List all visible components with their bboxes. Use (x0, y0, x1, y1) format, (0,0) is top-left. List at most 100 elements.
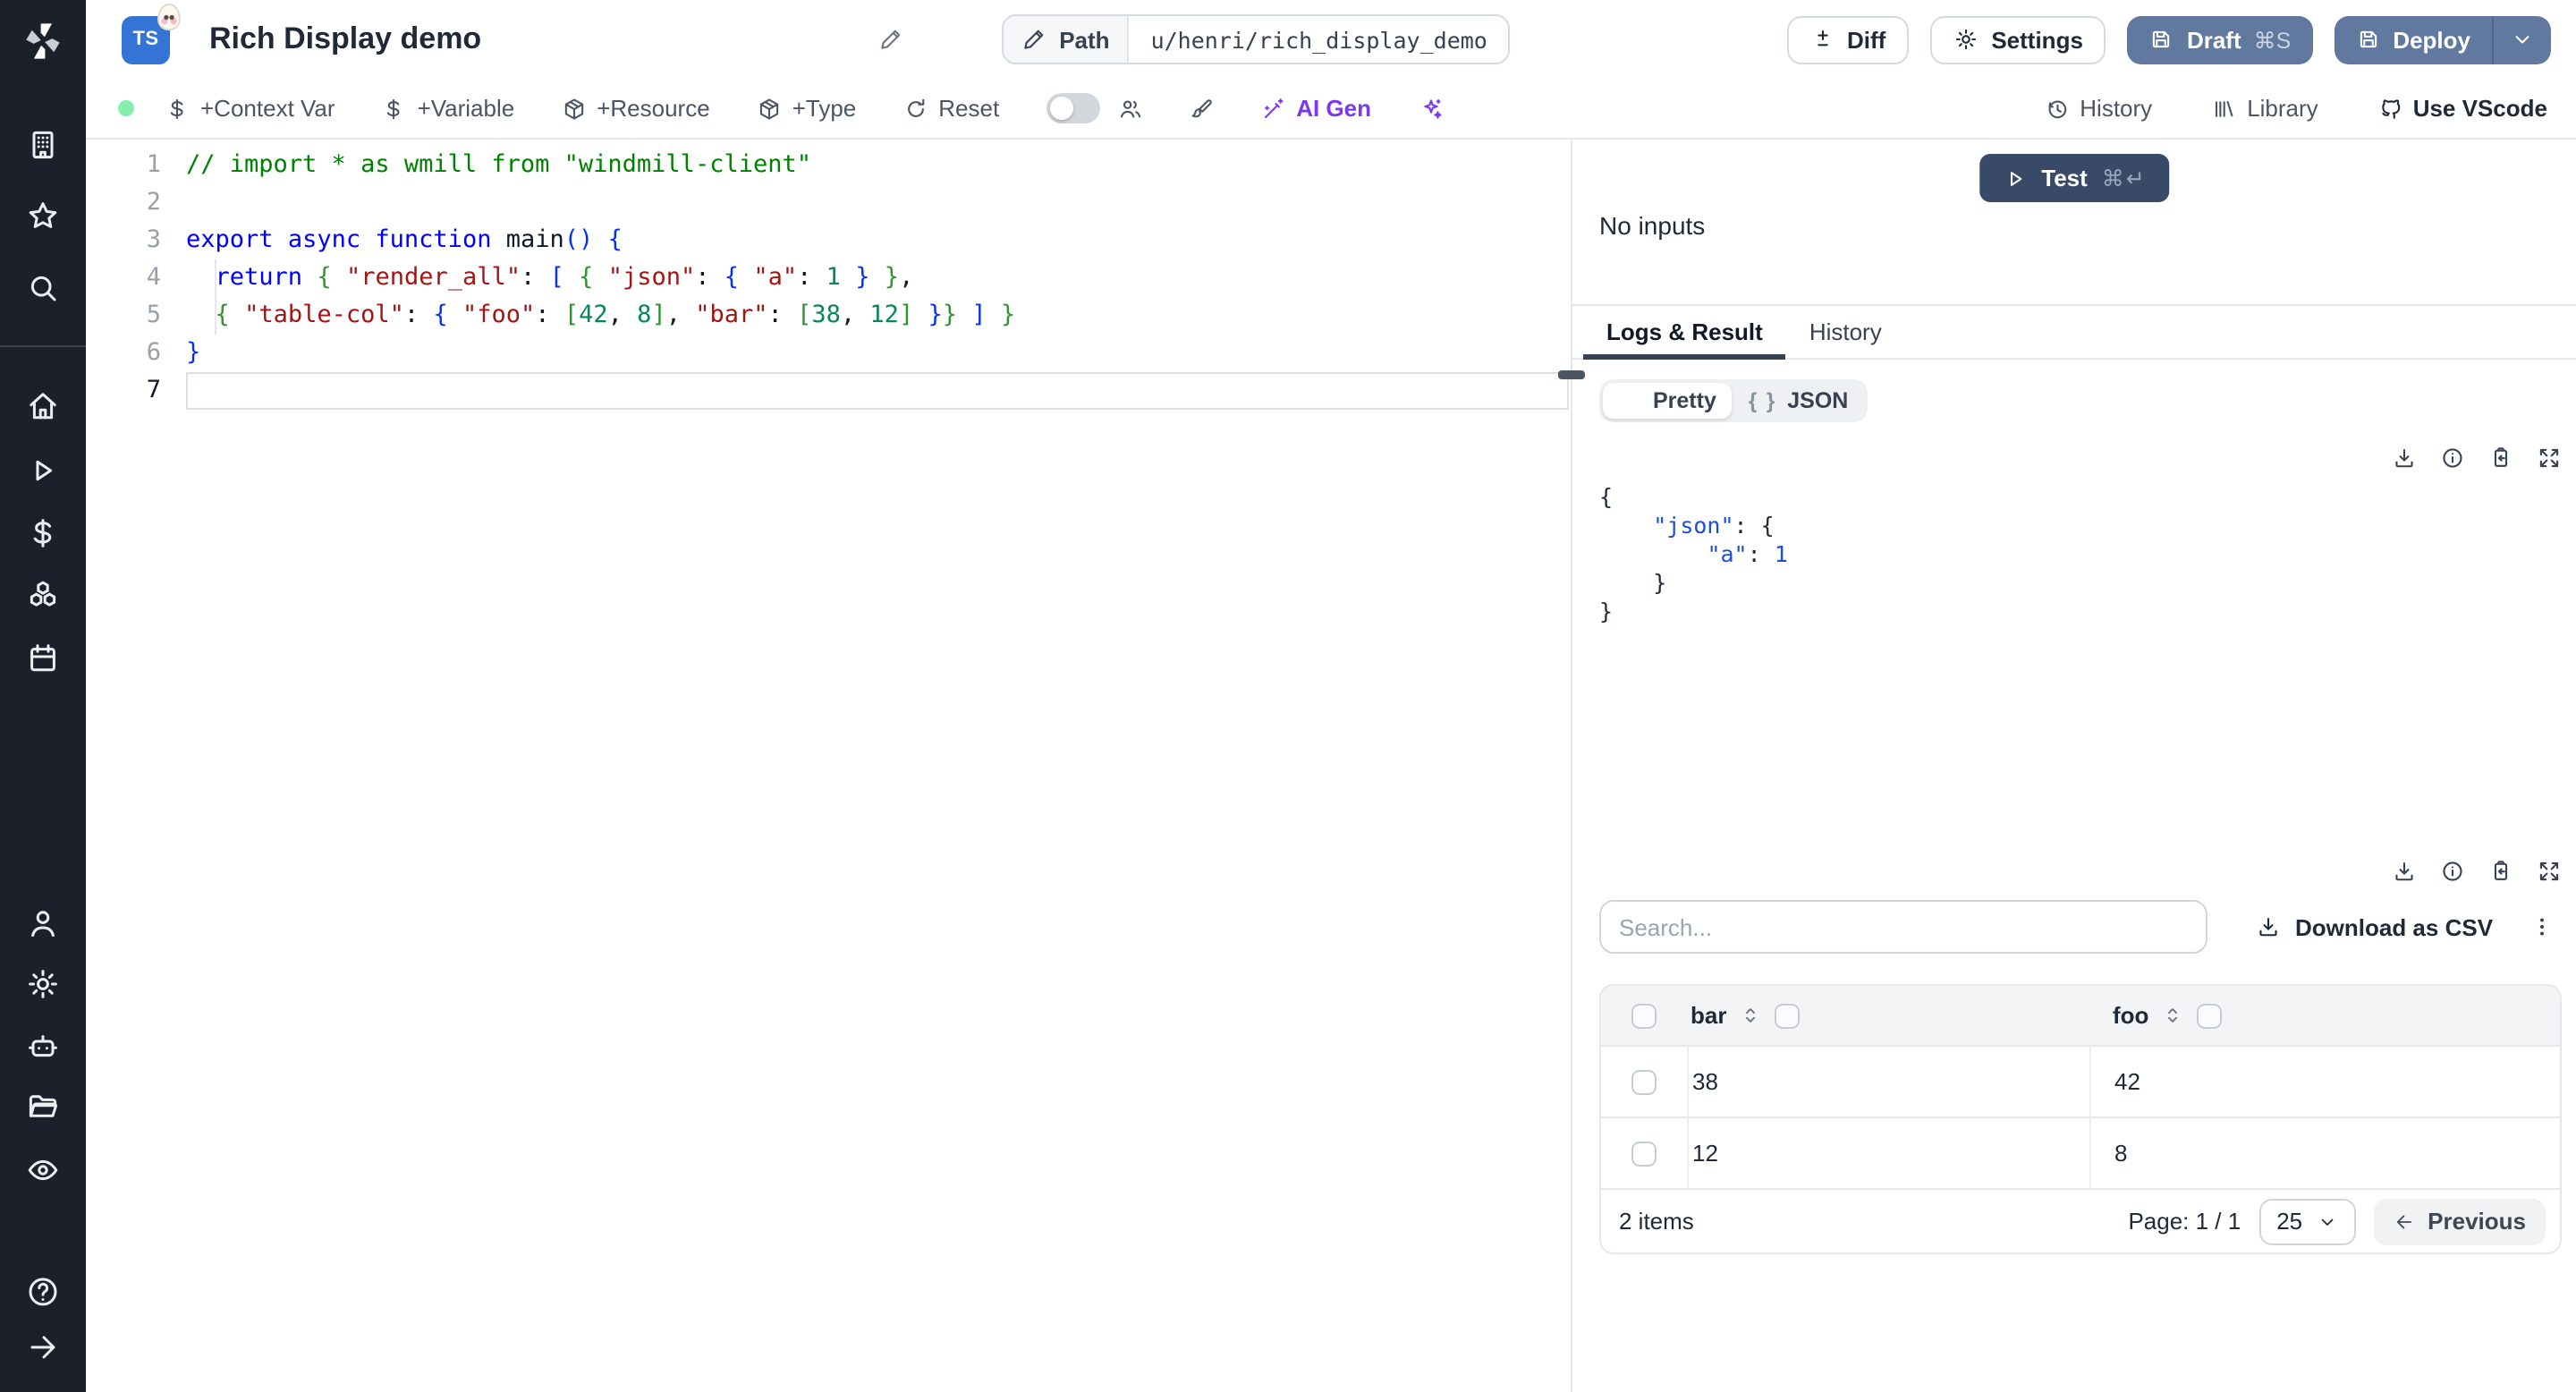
run-header: Test ⌘↵ No inputs (1572, 140, 2576, 306)
copy-to-clipboard-icon[interactable] (2488, 859, 2513, 884)
collab-toggle[interactable] (1046, 93, 1100, 123)
path-label: Path (1059, 26, 1110, 53)
ai-sparkles-button[interactable] (1418, 96, 1443, 121)
sidebar-item-home-icon[interactable] (13, 378, 73, 435)
package-icon (757, 96, 782, 121)
diff-button[interactable]: Diff (1786, 15, 1910, 64)
edit-summary-pencil-icon[interactable] (878, 27, 903, 52)
select-all-checkbox[interactable] (1631, 1003, 1657, 1028)
copy-to-clipboard-icon[interactable] (2488, 446, 2513, 471)
test-shortcut: ⌘↵ (2101, 166, 2147, 191)
cell-foo: 42 (2089, 1047, 2560, 1116)
paintbrush-icon (1189, 96, 1214, 121)
deploy-button-group: Deploy (2334, 15, 2551, 64)
table-toolbar: Download as CSV (1599, 900, 2562, 954)
expand-icon[interactable] (2537, 446, 2562, 471)
sidebar-item-help-icon[interactable] (13, 1263, 73, 1320)
history-button[interactable]: History (2044, 95, 2152, 122)
save-icon (2355, 27, 2380, 52)
reset-button[interactable]: Reset (902, 95, 999, 122)
expand-icon[interactable] (2537, 859, 2562, 884)
add-variable-button[interactable]: +Variable (382, 95, 514, 122)
result-table: bar foo 38 42 12 8 2 items Page: 1 / 1 25 (1599, 984, 2562, 1254)
column-header-foo: foo (2089, 1002, 2560, 1029)
items-count: 2 items (1619, 1208, 1694, 1235)
column-filter-checkbox[interactable] (1775, 1003, 1801, 1028)
code-area[interactable]: 1// import * as wmill from "windmill-cli… (86, 140, 1571, 1392)
deploy-button[interactable]: Deploy (2334, 15, 2492, 64)
sort-icon[interactable] (1739, 1004, 1762, 1027)
use-vscode-button[interactable]: Use VScode (2377, 95, 2547, 122)
sidebar-item-building-icon[interactable] (13, 116, 73, 174)
table-row: 12 8 (1601, 1116, 2560, 1188)
chevron-down-icon (2317, 1210, 2338, 1232)
search-input[interactable] (1599, 900, 2207, 954)
page-size-select[interactable]: 25 (2258, 1198, 2357, 1244)
add-resource-button[interactable]: +Resource (561, 95, 710, 122)
dollar-icon (165, 96, 190, 121)
line-number: 4 (146, 263, 161, 292)
sidebar-item-play-icon[interactable] (13, 442, 73, 499)
table-header: bar foo (1601, 986, 2560, 1045)
settings-button[interactable]: Settings (1930, 15, 2106, 64)
sidebar-item-gear-icon[interactable] (13, 955, 73, 1013)
download-table-icon[interactable] (2392, 859, 2417, 884)
sidebar-item-user-icon[interactable] (13, 895, 73, 952)
result-actions (1599, 446, 2562, 471)
dollar-icon (382, 96, 407, 121)
sidebar-item-arrow-right-icon[interactable] (13, 1319, 73, 1376)
download-csv-button[interactable]: Download as CSV (2256, 913, 2493, 940)
row-checkbox[interactable] (1631, 1141, 1657, 1166)
view-pretty-option[interactable]: Pretty (1603, 383, 1733, 419)
sidebar-item-boxes-icon[interactable] (13, 567, 73, 624)
info-icon[interactable] (2440, 859, 2465, 884)
sparkles-icon (1418, 96, 1443, 121)
result-tabs: Logs & Result History (1572, 306, 2576, 360)
path-widget[interactable]: Path u/henri/rich_display_demo (1002, 14, 1511, 64)
windmill-logo-icon[interactable] (20, 18, 66, 64)
sidebar-item-calendar-icon[interactable] (13, 630, 73, 687)
table-row: 38 42 (1601, 1045, 2560, 1116)
column-label: foo (2113, 1002, 2149, 1029)
cell-foo: 8 (2089, 1118, 2560, 1188)
multiplayer-users-button[interactable] (1117, 96, 1142, 121)
draft-button[interactable]: Draft ⌘S (2127, 15, 2313, 64)
view-json-option[interactable]: { } JSON (1733, 383, 1864, 419)
no-inputs-label: No inputs (1599, 211, 1706, 240)
line-number: 2 (146, 188, 161, 216)
download-result-icon[interactable] (2392, 446, 2417, 471)
format-brush-button[interactable] (1189, 96, 1214, 121)
sidebar-item-dollar-icon[interactable] (13, 505, 73, 562)
ai-gen-button[interactable]: AI Gen (1260, 95, 1371, 122)
previous-page-button[interactable]: Previous (2374, 1198, 2546, 1244)
table-footer: 2 items Page: 1 / 1 25 Previous (1601, 1188, 2560, 1252)
add-type-button[interactable]: +Type (757, 95, 856, 122)
library-button[interactable]: Library (2211, 95, 2318, 122)
column-label: bar (1690, 1002, 1727, 1029)
code-line-4: 4 return { "render_all": [ { "json": { "… (86, 259, 1571, 297)
deploy-dropdown-chevron-icon[interactable] (2494, 15, 2551, 64)
sidebar-item-search-icon[interactable] (13, 259, 73, 317)
add-context-var-button[interactable]: +Context Var (165, 95, 335, 122)
path-value: u/henri/rich_display_demo (1150, 26, 1487, 53)
info-icon[interactable] (2440, 446, 2465, 471)
library-icon (2211, 96, 2236, 121)
typescript-language-badge: TS (122, 3, 181, 64)
column-filter-checkbox[interactable] (2197, 1003, 2223, 1028)
tab-logs-result[interactable]: Logs & Result (1583, 306, 1787, 360)
test-button[interactable]: Test ⌘↵ (1979, 154, 2170, 202)
sidebar-item-robot-icon[interactable] (13, 1018, 73, 1075)
code-line-2: 2 (86, 184, 1571, 222)
row-checkbox[interactable] (1631, 1069, 1657, 1094)
splitter-drag-handle[interactable] (1558, 370, 1585, 379)
run-panel: Test ⌘↵ No inputs Logs & Result History … (1572, 140, 2576, 1392)
magic-wand-icon (1260, 96, 1285, 121)
tab-history[interactable]: History (1786, 306, 1905, 358)
sidebar-item-folder-icon[interactable] (13, 1077, 73, 1134)
sort-icon[interactable] (2161, 1004, 2184, 1027)
sidebar-item-star-icon[interactable] (13, 188, 73, 245)
table-menu-kebab-icon[interactable] (2529, 914, 2555, 939)
play-icon (2002, 166, 2027, 191)
code-editor[interactable]: 1// import * as wmill from "windmill-cli… (86, 140, 1571, 1392)
sidebar-item-eye-icon[interactable] (13, 1142, 73, 1199)
